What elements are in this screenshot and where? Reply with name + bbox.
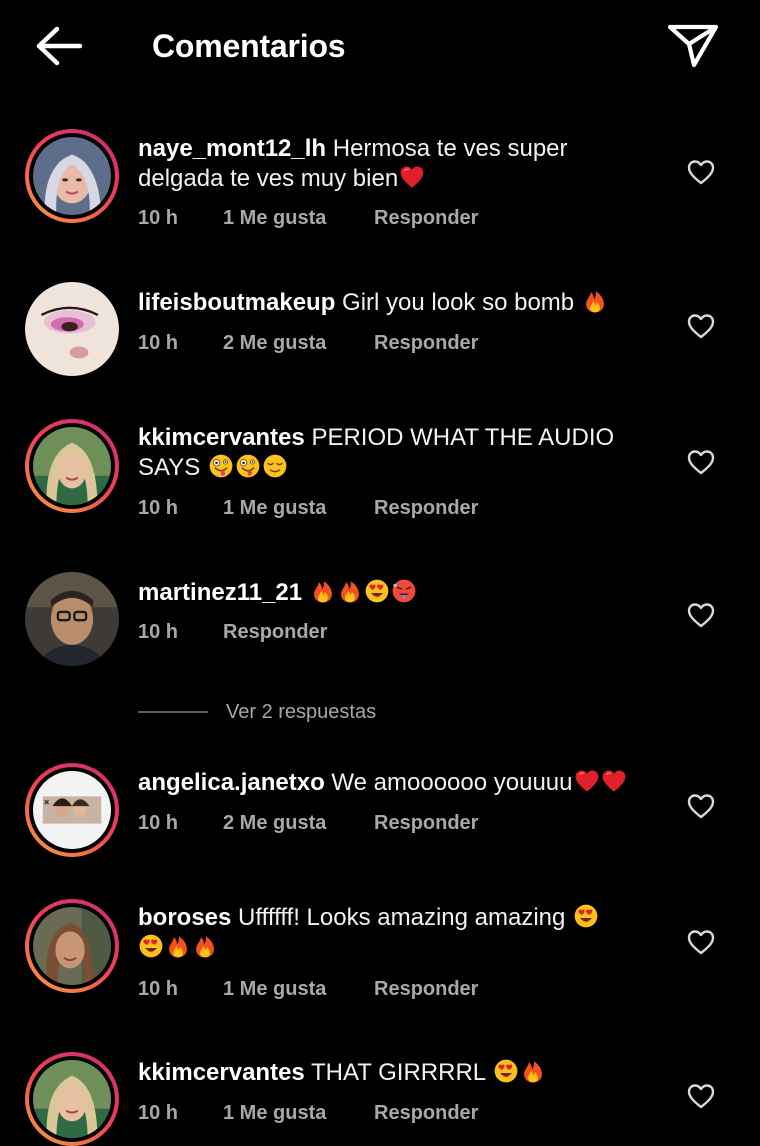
- heart-outline-icon: [687, 603, 715, 628]
- comment-text: Hermosa te ves super: [332, 135, 568, 162]
- back-button[interactable]: [30, 24, 86, 68]
- comment-username[interactable]: lifeisboutmakeup: [138, 289, 335, 316]
- comment-text: Girl you look so bomb: [342, 289, 575, 316]
- comment-text: We amoooooo youuuu: [331, 769, 573, 796]
- heart-eyes-face-emoji: [573, 903, 599, 929]
- comment-time: 10 h: [138, 332, 179, 354]
- comment-username[interactable]: martinez11_21: [138, 579, 302, 606]
- like-button[interactable]: [686, 792, 716, 820]
- red-heart-emoji: [399, 164, 425, 190]
- comment-likes[interactable]: 1 Me gusta: [223, 1100, 326, 1126]
- reply-button[interactable]: Responder: [374, 976, 478, 1002]
- like-button[interactable]: [686, 158, 716, 186]
- comment-text-cont: SAYS: [138, 454, 201, 481]
- comment-time: 10 h: [138, 207, 179, 229]
- comment-username[interactable]: kkimcervantes: [138, 424, 305, 451]
- paper-plane-icon: [667, 24, 719, 68]
- header: Comentarios: [0, 0, 760, 92]
- zany-face-emoji: [208, 453, 234, 479]
- comment-username[interactable]: kkimcervantes: [138, 1059, 305, 1086]
- fire-emoji: [165, 933, 191, 959]
- avatar[interactable]: [25, 282, 119, 376]
- comment-username[interactable]: boroses: [138, 904, 231, 931]
- heart-outline-icon: [687, 1084, 715, 1109]
- comment-time: 10 h: [138, 978, 179, 1000]
- arrow-left-icon: [36, 26, 83, 66]
- like-button[interactable]: [686, 312, 716, 340]
- send-button[interactable]: [664, 20, 722, 72]
- avatar[interactable]: [25, 763, 119, 857]
- heart-outline-icon: [687, 314, 715, 339]
- heart-outline-icon: [687, 160, 715, 185]
- heart-outline-icon: [687, 794, 715, 819]
- reply-button[interactable]: Responder: [374, 810, 478, 836]
- comment-text: THAT GIRRRRL: [311, 1059, 486, 1086]
- like-button[interactable]: [686, 601, 716, 629]
- comment-time: 10 h: [138, 621, 179, 643]
- reply-button[interactable]: Responder: [374, 495, 478, 521]
- comment-text: Uffffff! Looks amazing amazing: [238, 904, 566, 931]
- comment-time: 10 h: [138, 812, 179, 834]
- reply-button[interactable]: Responder: [374, 1100, 478, 1126]
- fire-emoji: [520, 1058, 546, 1084]
- comment-text: PERIOD WHAT THE AUDIO: [311, 424, 615, 451]
- fire-emoji: [192, 933, 218, 959]
- page-title: Comentarios: [152, 28, 346, 64]
- avatar[interactable]: [25, 899, 119, 993]
- red-heart-emoji: [574, 768, 600, 794]
- reply-button[interactable]: Responder: [374, 330, 478, 356]
- comment-likes[interactable]: 2 Me gusta: [223, 330, 326, 356]
- view-replies-label[interactable]: Ver 2 respuestas: [226, 700, 376, 724]
- heart-outline-icon: [687, 450, 715, 475]
- hot-face-emoji: [391, 578, 417, 604]
- comment-time: 10 h: [138, 497, 179, 519]
- red-heart-emoji: [601, 768, 627, 794]
- fire-emoji: [337, 578, 363, 604]
- fire-emoji: [310, 578, 336, 604]
- comment-likes[interactable]: 1 Me gusta: [223, 495, 326, 521]
- heart-outline-icon: [687, 930, 715, 955]
- comment-username[interactable]: naye_mont12_lh: [138, 135, 326, 162]
- like-button[interactable]: [686, 1082, 716, 1110]
- like-button[interactable]: [686, 928, 716, 956]
- avatar[interactable]: [25, 129, 119, 223]
- reply-button[interactable]: Responder: [374, 205, 478, 231]
- comment-likes[interactable]: 2 Me gusta: [223, 810, 326, 836]
- heart-eyes-face-emoji: [138, 933, 164, 959]
- relieved-face-emoji: [262, 453, 288, 479]
- avatar[interactable]: [25, 1052, 119, 1146]
- replies-divider: [138, 711, 208, 713]
- heart-eyes-face-emoji: [364, 578, 390, 604]
- reply-button[interactable]: Responder: [223, 619, 327, 645]
- avatar[interactable]: [25, 572, 119, 666]
- like-button[interactable]: [686, 448, 716, 476]
- zany-face-emoji: [235, 453, 261, 479]
- comment-likes[interactable]: 1 Me gusta: [223, 976, 326, 1002]
- comment-username[interactable]: angelica.janetxo: [138, 769, 325, 796]
- comment-time: 10 h: [138, 1102, 179, 1124]
- fire-emoji: [582, 288, 608, 314]
- heart-eyes-face-emoji: [493, 1058, 519, 1084]
- comment-text-cont: delgada te ves muy bien: [138, 165, 399, 192]
- avatar[interactable]: [25, 419, 119, 513]
- comment-likes[interactable]: 1 Me gusta: [223, 205, 326, 231]
